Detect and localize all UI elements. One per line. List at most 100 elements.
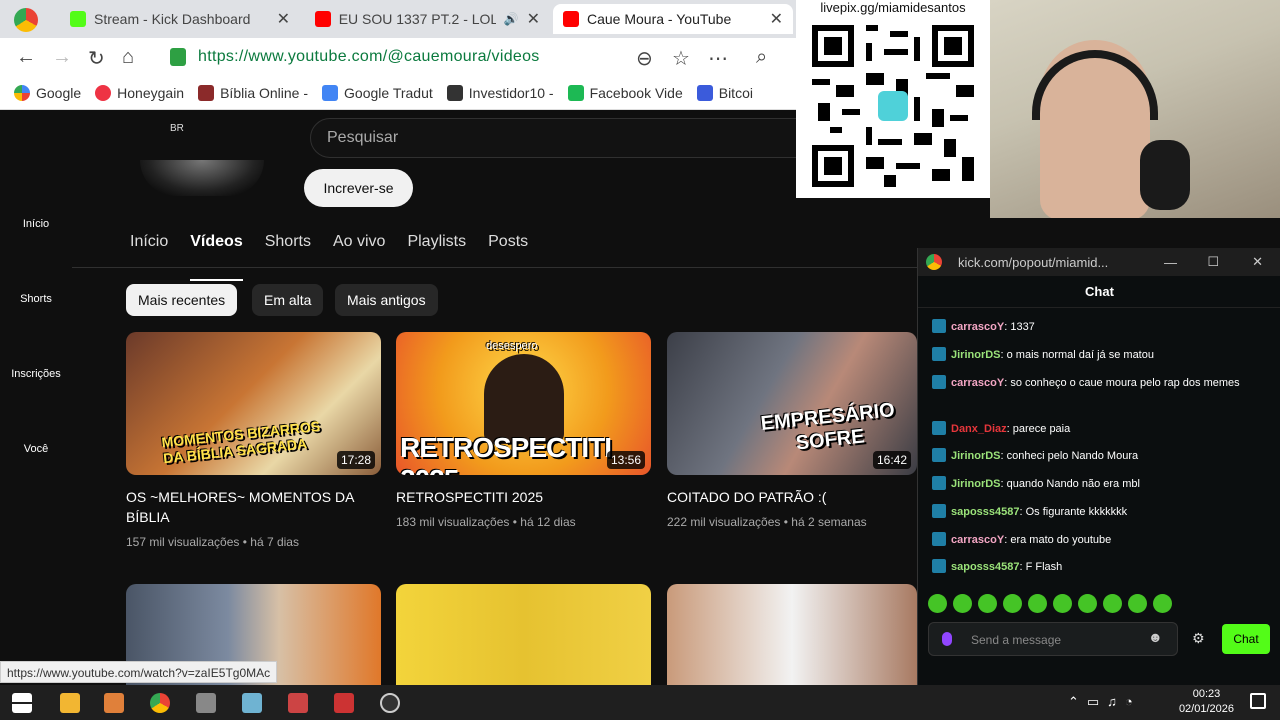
- bookmark-star-icon[interactable]: ☆: [672, 46, 690, 71]
- url-text: https://www.youtube.com/@cauemoura/video…: [198, 48, 540, 65]
- chat-message: carrascoY: era mato do youtube: [932, 531, 1262, 549]
- media-player-icon[interactable]: [104, 693, 124, 713]
- bookmark-honeygain[interactable]: Honeygain: [95, 84, 184, 101]
- chat-username[interactable]: Danx_Diaz: [951, 423, 1007, 435]
- chip-mais-recentes[interactable]: Mais recentes: [126, 284, 238, 316]
- tab-videos[interactable]: Vídeos: [190, 233, 244, 281]
- emote-icon[interactable]: [1128, 594, 1147, 613]
- menu-dots-icon[interactable]: ⋯: [708, 46, 728, 71]
- system-tray-icons[interactable]: ⌃▭♫◔: [1068, 694, 1141, 710]
- calculator-icon[interactable]: [288, 693, 308, 713]
- sidebar-item-voce[interactable]: Você: [0, 443, 72, 455]
- settings-gear-icon[interactable]: ⚙: [1192, 630, 1205, 647]
- video-meta: 222 mil visualizações • há 2 semanas: [667, 515, 867, 529]
- close-icon[interactable]: ✕: [1252, 254, 1263, 270]
- video-thumbnail[interactable]: MOMENTOS BIZARROS DA BÍBLIA SAGRADA 17:2…: [126, 332, 381, 475]
- emote-icon[interactable]: [1078, 594, 1097, 613]
- bookmark-label: Bíblia Online -: [220, 84, 309, 101]
- home-icon[interactable]: ⌂: [122, 46, 134, 69]
- translate-icon: [322, 84, 339, 101]
- emote-icon[interactable]: [928, 594, 947, 613]
- chat-username[interactable]: saposss4587: [951, 561, 1020, 573]
- bookmark-google[interactable]: Google: [14, 84, 82, 101]
- chat-text: : quando Nando não era mbl: [1000, 478, 1140, 490]
- tab-ao-vivo[interactable]: Ao vivo: [333, 233, 385, 267]
- forward-icon[interactable]: →: [52, 46, 72, 69]
- chat-username[interactable]: JirinorDS: [951, 450, 1001, 462]
- close-icon[interactable]: ✕: [527, 9, 540, 29]
- tab-divider: [72, 267, 917, 268]
- chat-username[interactable]: carrascoY: [951, 377, 1004, 389]
- obs-icon[interactable]: [380, 693, 400, 713]
- channel-avatar: [140, 160, 264, 196]
- chat-text: : conheci pelo Nando Moura: [1000, 450, 1139, 462]
- chip-mais-antigos[interactable]: Mais antigos: [335, 284, 438, 316]
- video-title[interactable]: OS ~MELHORES~ MOMENTOS DA BÍBLIA: [126, 487, 376, 527]
- tab-inicio[interactable]: Início: [130, 233, 168, 267]
- tab-playlists[interactable]: Playlists: [407, 233, 466, 267]
- sidebar-item-shorts[interactable]: Shorts: [0, 293, 72, 305]
- tab-kick-dashboard[interactable]: Stream - Kick Dashboard ✕: [60, 4, 300, 34]
- chat-username[interactable]: JirinorDS: [951, 478, 1001, 490]
- windows-start-icon[interactable]: [12, 693, 32, 713]
- emote-icon[interactable]: [1028, 594, 1047, 613]
- subscriber-badge-icon: [932, 504, 946, 518]
- chat-text: : Os figurante kkkkkkk: [1019, 506, 1128, 518]
- video-thumbnail[interactable]: desespero RETROSPECTITI 2025 13:56: [396, 332, 651, 475]
- app-icon[interactable]: [196, 693, 216, 713]
- emoji-icon[interactable]: ☻: [1148, 629, 1163, 645]
- subscribe-button[interactable]: Increver-se: [304, 169, 413, 207]
- chat-username[interactable]: saposss4587: [951, 506, 1020, 518]
- notification-icon[interactable]: [1250, 693, 1266, 709]
- close-icon[interactable]: ✕: [770, 9, 783, 29]
- chat-username[interactable]: carrascoY: [951, 321, 1004, 333]
- emote-icon[interactable]: [1053, 594, 1072, 613]
- sidebar-item-inscricoes[interactable]: Inscrições: [0, 368, 72, 380]
- fl-studio-icon[interactable]: [334, 693, 354, 713]
- chat-username[interactable]: JirinorDS: [951, 349, 1001, 361]
- folder-icon[interactable]: [242, 693, 262, 713]
- reload-icon[interactable]: ↻: [88, 46, 105, 71]
- video-thumbnail[interactable]: EMPRESÁRIO SOFRE 16:42: [667, 332, 917, 475]
- chat-send-button[interactable]: Chat: [1222, 624, 1270, 654]
- tab-shorts[interactable]: Shorts: [265, 233, 311, 267]
- video-thumbnail[interactable]: [396, 584, 651, 685]
- search-icon[interactable]: ⌕: [756, 46, 767, 69]
- speaker-icon[interactable]: 🔊: [504, 12, 519, 26]
- emote-icon[interactable]: [953, 594, 972, 613]
- bookmark-biblia[interactable]: Bíblia Online -: [198, 84, 309, 101]
- person-silhouette: [484, 354, 564, 444]
- emote-icon[interactable]: [1003, 594, 1022, 613]
- bookmark-facebook[interactable]: Facebook Vide: [567, 84, 683, 101]
- browser-icon[interactable]: [150, 693, 170, 713]
- bookmark-bitcoin[interactable]: Bitcoi: [696, 84, 753, 101]
- video-thumbnail[interactable]: [667, 584, 917, 685]
- bookmark-google-tradutor[interactable]: Google Tradut: [322, 84, 433, 101]
- video-title[interactable]: RETROSPECTITI 2025: [396, 487, 646, 507]
- chat-text: : era mato do youtube: [1004, 534, 1112, 546]
- maximize-icon[interactable]: ☐: [1207, 254, 1219, 270]
- chip-em-alta[interactable]: Em alta: [252, 284, 324, 316]
- bookmark-investidor10[interactable]: Investidor10 -: [446, 84, 554, 101]
- minimize-icon[interactable]: —: [1164, 255, 1177, 270]
- chat-message-input[interactable]: Send a message: [928, 622, 1178, 656]
- video-title[interactable]: COITADO DO PATRÃO :(: [667, 487, 917, 507]
- file-explorer-icon[interactable]: [60, 693, 80, 713]
- emote-icon[interactable]: [978, 594, 997, 613]
- tab-caue-moura[interactable]: Caue Moura - YouTube ✕: [553, 4, 793, 34]
- tab-posts[interactable]: Posts: [488, 233, 528, 267]
- tab-eu-sou-1337[interactable]: EU SOU 1337 PT.2 - LOL 🔊 ✕: [305, 4, 550, 34]
- emote-icon[interactable]: [1103, 594, 1122, 613]
- sidebar-item-inicio[interactable]: Início: [0, 218, 72, 230]
- emote-icon[interactable]: [1153, 594, 1172, 613]
- zoom-icon[interactable]: ⊖: [636, 46, 653, 71]
- search-input[interactable]: Pesquisar: [310, 118, 800, 158]
- back-icon[interactable]: ←: [16, 46, 36, 69]
- chat-username[interactable]: carrascoY: [951, 534, 1004, 546]
- google-icon: [14, 84, 30, 101]
- chat-window-titlebar: kick.com/popout/miamid... — ☐ ✕: [918, 248, 1280, 276]
- microphone-icon[interactable]: [942, 632, 952, 646]
- system-clock[interactable]: 00:23 02/01/2026: [1179, 687, 1234, 717]
- bookmark-label: Google: [36, 84, 82, 101]
- close-icon[interactable]: ✕: [277, 9, 290, 29]
